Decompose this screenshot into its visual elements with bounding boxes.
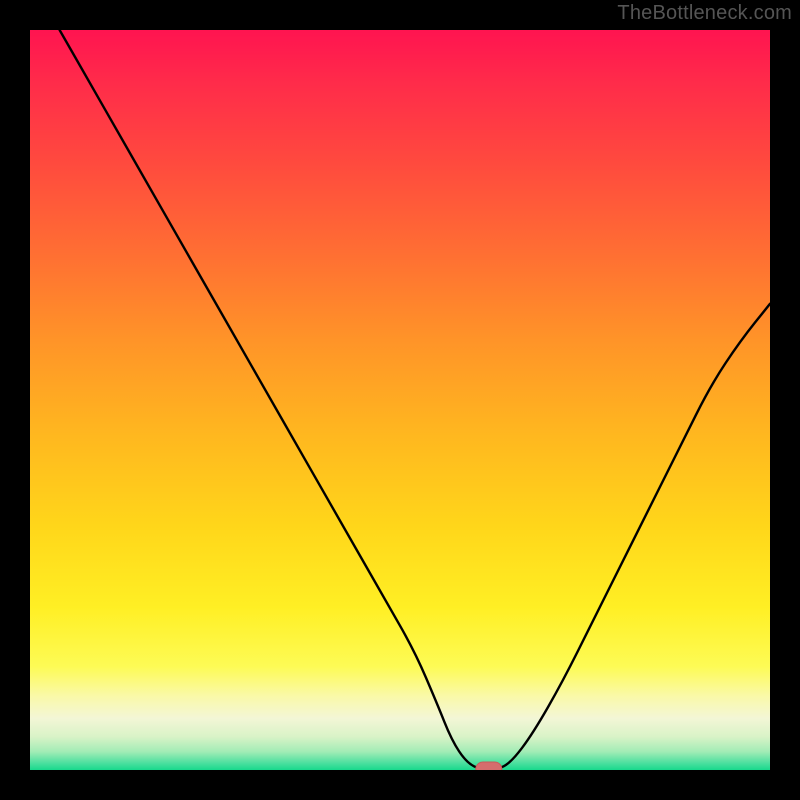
watermark-text: TheBottleneck.com [617, 2, 792, 25]
plot-area [30, 30, 770, 770]
gradient-background [30, 30, 770, 770]
bottleneck-curve-chart [30, 30, 770, 770]
chart-frame: TheBottleneck.com [0, 0, 800, 800]
optimal-marker [476, 762, 502, 770]
